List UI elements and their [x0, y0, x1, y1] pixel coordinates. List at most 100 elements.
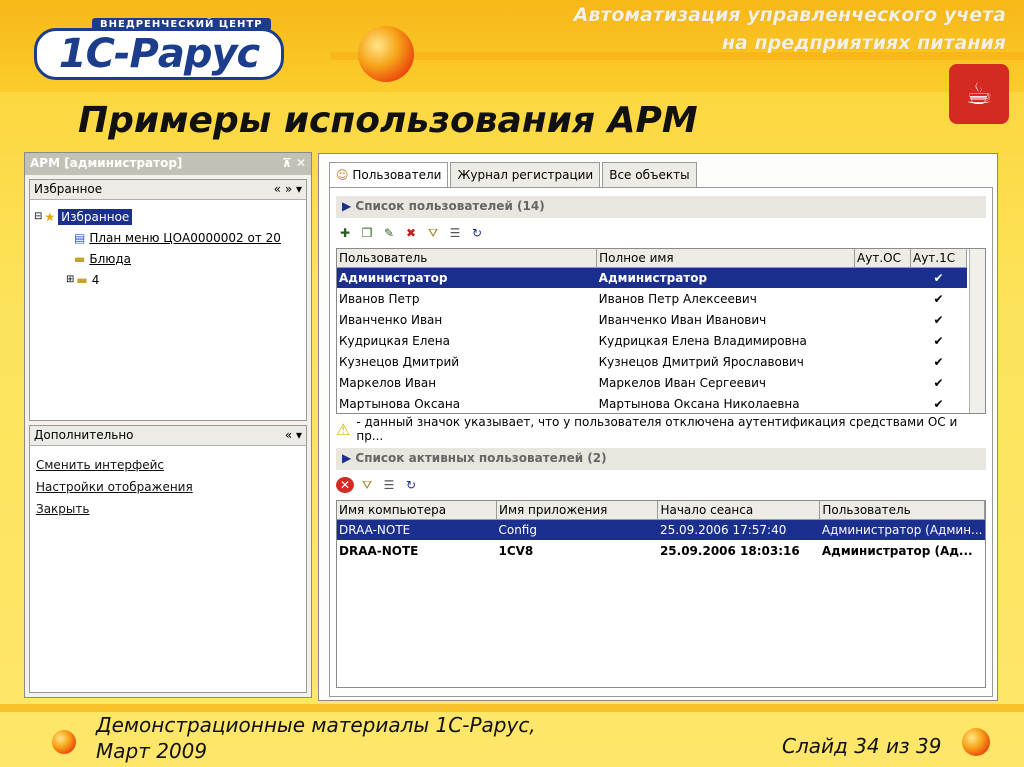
cell	[855, 309, 911, 330]
col-app[interactable]: Имя приложения	[496, 501, 659, 520]
expand-icon[interactable]: ⊞	[66, 274, 74, 285]
cell: Кузнецов Дмитрий	[339, 354, 460, 369]
favorites-nav[interactable]: « » ▾	[274, 182, 302, 197]
pin-icon[interactable]: ⊼	[282, 156, 292, 170]
col-user[interactable]: Пользователь	[819, 501, 985, 520]
copy-icon[interactable]: ❐	[358, 225, 376, 241]
check-icon: ✔	[933, 396, 944, 411]
cell: Иванов Петр	[339, 291, 420, 306]
main-window: ☺ Пользователи Журнал регистрации Все об…	[318, 153, 998, 701]
active-toolbar: ✕ ⛛ ☰ ↻	[336, 472, 986, 498]
cell: Кудрицкая Елена	[339, 333, 450, 348]
terminate-icon[interactable]: ✕	[336, 477, 354, 493]
header-line-1: Автоматизация управленческого учета	[573, 4, 1006, 26]
tree-label: 4	[91, 272, 100, 287]
footer-line-1: Демонстрационные материалы 1С-Рарус,	[96, 713, 536, 737]
users-tab-content: ▶ Список пользователей (14) ✚ ❐ ✎ ✖ ⛛ ☰ …	[329, 187, 993, 697]
cell: Маркелов Иван	[339, 375, 437, 390]
change-interface-link[interactable]: Сменить интерфейс	[30, 454, 306, 476]
cell: Иванов Петр Алексеевич	[598, 291, 757, 306]
close-link[interactable]: Закрыть	[30, 498, 306, 520]
display-settings-link[interactable]: Настройки отображения	[30, 476, 306, 498]
tree-label: План меню ЦОА0000002 от 20	[89, 230, 281, 245]
refresh-icon[interactable]: ↻	[402, 477, 420, 493]
table-row[interactable]: Администратор Администратор ✔	[337, 267, 967, 288]
panel-title: АРМ [администратор]	[30, 156, 183, 170]
users-group-title: Список пользователей (14)	[355, 199, 545, 213]
list-icon[interactable]: ☰	[380, 477, 398, 493]
extra-nav[interactable]: « ▾	[285, 428, 302, 443]
panel-titlebar: АРМ [администратор] ⊼ ✕	[25, 153, 311, 175]
table-row[interactable]: DRAA-NOTE Config 25.09.2006 17:57:40 Админи…	[337, 519, 985, 540]
col-auth-1c[interactable]: Аут.1С	[910, 249, 967, 268]
cell	[855, 372, 911, 393]
cell: DRAA-NOTE	[337, 519, 497, 540]
active-group-header[interactable]: ▶ Список активных пользователей (2)	[336, 448, 986, 470]
check-icon: ✔	[933, 291, 944, 306]
cell: Администратор (Ад...	[821, 543, 973, 558]
col-session-start[interactable]: Начало сеанса	[657, 501, 821, 520]
cell: 25.09.2006 17:57:40	[657, 519, 820, 540]
cell	[855, 288, 911, 309]
table-row[interactable]: Кузнецов Дмитрий Кузнецов Дмитрий Ярослав…	[337, 351, 967, 372]
check-icon: ✔	[933, 375, 944, 390]
tree-item-menu-plan[interactable]: ▤ План меню ЦОА0000002 от 20	[34, 227, 302, 248]
decor-ball-icon	[358, 26, 414, 82]
folder-icon: ▬	[76, 272, 88, 287]
apm-panel: АРМ [администратор] ⊼ ✕ Избранное « » ▾ …	[24, 152, 312, 698]
extra-header: Дополнительно « ▾	[30, 426, 306, 446]
cell: Маркелов Иван Сергеевич	[598, 375, 766, 390]
cell: Администратор	[337, 267, 597, 288]
cell	[855, 393, 911, 413]
tab-all-objects[interactable]: Все объекты	[602, 162, 697, 188]
footer-stripe	[0, 704, 1024, 712]
users-group-header[interactable]: ▶ Список пользователей (14)	[336, 196, 986, 218]
table-row[interactable]: Мартынова Оксана Мартынова Оксана Николае…	[337, 393, 967, 413]
tab-label: Пользователи	[352, 168, 442, 182]
extra-section: Дополнительно « ▾ Сменить интерфейс Наст…	[29, 425, 307, 693]
col-user[interactable]: Пользователь	[337, 249, 598, 268]
slide-title: Примеры использования АРМ	[78, 100, 698, 141]
list-icon[interactable]: ☰	[446, 225, 464, 241]
cell: Кузнецов Дмитрий Ярославович	[598, 354, 804, 369]
tree-item-favorites[interactable]: ⊟ ★ Избранное	[34, 206, 302, 227]
cell: Иванченко Иван	[339, 312, 443, 327]
star-icon: ★	[44, 209, 56, 224]
cell	[855, 351, 911, 372]
cell	[854, 267, 911, 288]
warning-note: ⚠ - данный значок указывает, что у польз…	[336, 415, 986, 443]
decor-ball-icon	[52, 730, 76, 754]
users-scrollbar[interactable]	[969, 249, 985, 413]
company-logo: 1С-Рарус	[34, 28, 284, 80]
slide-counter: Слайд 34 из 39	[782, 734, 942, 758]
expand-arrow-icon: ▶	[342, 451, 352, 465]
table-row[interactable]: Иванченко Иван Иванченко Иван Иванович ✔	[337, 309, 967, 330]
col-computer[interactable]: Имя компьютера	[337, 501, 497, 520]
check-icon: ✔	[933, 312, 944, 327]
warning-text: - данный значок указывает, что у пользов…	[356, 415, 958, 443]
table-row[interactable]: DRAA-NOTE 1CV8 25.09.2006 18:03:16 Админист…	[337, 540, 985, 561]
delete-icon[interactable]: ✖	[402, 225, 420, 241]
collapse-icon[interactable]: ⊟	[34, 211, 42, 222]
refresh-icon[interactable]: ↻	[468, 225, 486, 241]
tab-users[interactable]: ☺ Пользователи	[329, 162, 449, 189]
close-icon[interactable]: ✕	[296, 156, 306, 170]
add-icon[interactable]: ✚	[336, 225, 354, 241]
filter-icon[interactable]: ⛛	[424, 225, 442, 241]
tab-log[interactable]: Журнал регистрации	[450, 162, 601, 188]
tree-item-dishes[interactable]: ▬ Блюда	[34, 248, 302, 269]
table-row[interactable]: Маркелов Иван Маркелов Иван Сергеевич ✔	[337, 372, 967, 393]
filter-icon[interactable]: ⛛	[358, 477, 376, 493]
document-icon: ▤	[74, 230, 86, 245]
col-auth-os[interactable]: Аут.ОС	[854, 249, 911, 268]
tab-bar: ☺ Пользователи Журнал регистрации Все об…	[329, 162, 699, 189]
logo-caption: ВНЕДРЕНЧЕСКИЙ ЦЕНТР	[92, 18, 271, 31]
table-row[interactable]: Кудрицкая Елена Кудрицкая Елена Владимиро…	[337, 330, 967, 351]
table-row[interactable]: Иванов Петр Иванов Петр Алексеевич ✔	[337, 288, 967, 309]
tree-label: Избранное	[58, 208, 133, 225]
tree-item-4[interactable]: ⊞ ▬ 4	[34, 269, 302, 290]
col-fullname[interactable]: Полное имя	[596, 249, 856, 268]
edit-icon[interactable]: ✎	[380, 225, 398, 241]
coffee-cup-icon: ☕	[949, 64, 1009, 124]
users-icon: ☺	[336, 168, 349, 182]
